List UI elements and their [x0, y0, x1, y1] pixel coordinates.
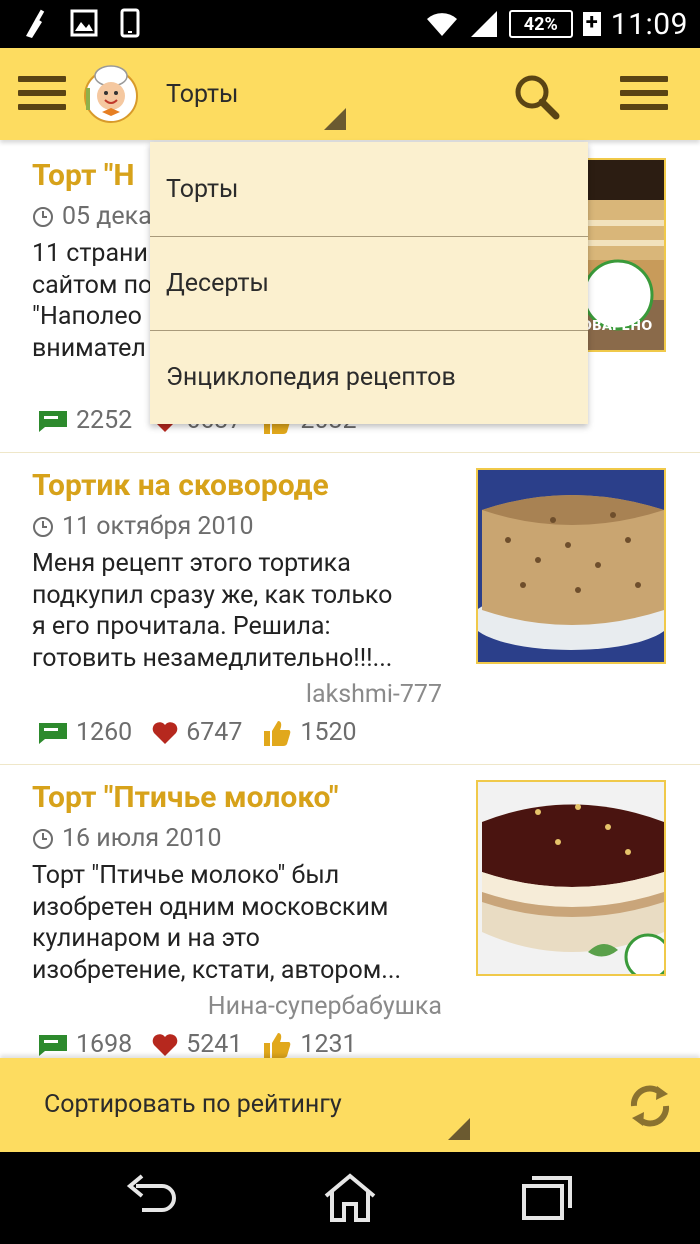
recipe-author[interactable]: lakshmi-777 — [306, 680, 442, 709]
recipe-title[interactable]: Торт "Н — [32, 158, 135, 193]
category-dropdown: Торты Десерты Энциклопедия рецептов — [150, 142, 588, 424]
excerpt-line: изобретение, кстати, автором... — [32, 955, 402, 985]
recipe-date: 05 дека — [32, 202, 152, 231]
likes-count: 6747 — [186, 718, 243, 747]
recipe-date-text: 11 октября 2010 — [62, 512, 254, 541]
search-icon[interactable] — [512, 72, 560, 120]
recipe-thumbnail[interactable] — [476, 468, 666, 664]
recipe-title[interactable]: Тортик на сковороде — [32, 468, 329, 503]
image-watermark: ПОВАР — [628, 956, 664, 967]
nav-drawer-button[interactable] — [18, 76, 66, 112]
heart-icon — [152, 1033, 178, 1056]
comment-icon — [39, 410, 67, 432]
sort-spinner[interactable]: Сортировать по рейтингу — [44, 1090, 342, 1119]
signal-icon — [470, 11, 497, 37]
recipe-stats: 1260 6747 1520 — [38, 718, 377, 747]
home-icon[interactable] — [320, 1172, 380, 1224]
recipe-date: 11 октября 2010 — [32, 512, 254, 541]
wifi-icon — [426, 13, 457, 36]
comments-stat: 2252 — [38, 406, 132, 435]
recipe-stats: 1698 5241 1231 — [38, 1030, 377, 1059]
bird-milk-cake-image: ПОВАР — [478, 782, 664, 974]
excerpt-line: Меня рецепт этого тортика — [32, 549, 351, 578]
dropdown-item-encyclopedia[interactable]: Энциклопедия рецептов — [150, 330, 588, 424]
overflow-menu-button[interactable] — [620, 76, 668, 112]
phone-icon — [120, 8, 140, 38]
comments-count: 2252 — [76, 406, 133, 435]
recipe-card[interactable]: Торт "Птичье молоко" 16 июля 2010 Торт "… — [0, 764, 700, 1060]
excerpt-line: кулинаром и на это — [32, 924, 260, 953]
battery-icon: 42% — [508, 10, 573, 38]
recipe-title[interactable]: Торт "Птичье молоко" — [32, 780, 339, 815]
skillet-cake-image — [478, 470, 664, 662]
clock-icon — [33, 516, 53, 537]
likes-stat[interactable]: 6747 — [152, 718, 242, 747]
likes-count: 5241 — [186, 1030, 243, 1059]
thumbs-count: 1520 — [300, 718, 357, 747]
cleaner-icon — [26, 9, 45, 38]
thumbs-stat[interactable]: 1520 — [262, 718, 357, 747]
thumbs-up-icon — [264, 1032, 291, 1058]
app-toolbar: Торты — [0, 48, 700, 140]
clock-icon — [33, 206, 53, 227]
charging-indicator: + — [582, 12, 601, 36]
thumbs-up-icon — [264, 720, 291, 746]
recipe-date-text: 05 дека — [62, 202, 152, 231]
comments-count: 1698 — [76, 1030, 133, 1059]
recents-icon[interactable] — [516, 1172, 576, 1224]
status-bar: 42% + 11:09 — [0, 0, 700, 48]
excerpt-line: Торт "Птичье молоко" был — [32, 861, 340, 890]
recipe-card[interactable]: Тортик на сковороде 11 октября 2010 Меня… — [0, 452, 700, 765]
recipe-date-text: 16 июля 2010 — [62, 824, 222, 853]
spinner-caret-icon[interactable] — [324, 108, 346, 130]
back-icon[interactable] — [122, 1172, 182, 1224]
clock-icon — [33, 828, 53, 849]
sort-bar: Сортировать по рейтингу — [0, 1058, 700, 1152]
system-nav-bar — [0, 1152, 700, 1244]
likes-stat[interactable]: 5241 — [152, 1030, 242, 1059]
comment-icon — [39, 1034, 67, 1056]
recipe-excerpt: Торт "Птичье молоко" был изобретен одним… — [32, 860, 432, 986]
excerpt-line: я его прочитала. Решила: — [32, 612, 331, 641]
comment-icon — [39, 722, 67, 744]
comments-stat: 1698 — [38, 1030, 132, 1059]
excerpt-line: подкупил сразу же, как только — [32, 580, 393, 610]
category-spinner-title[interactable]: Торты — [166, 80, 238, 109]
dropdown-item-cakes[interactable]: Торты — [150, 142, 588, 236]
dropdown-item-desserts[interactable]: Десерты — [150, 236, 588, 330]
excerpt-line: изобретен одним московским — [32, 892, 389, 922]
excerpt-line: готовить незамедлительно!!!... — [32, 643, 393, 673]
gallery-icon — [70, 9, 98, 37]
thumbs-count: 1231 — [300, 1030, 357, 1059]
refresh-icon[interactable] — [624, 1080, 676, 1132]
recipe-date: 16 июля 2010 — [32, 824, 222, 853]
heart-icon — [152, 721, 178, 744]
recipe-thumbnail[interactable]: ПОВАР — [476, 780, 666, 976]
recipe-excerpt: Меня рецепт этого тортика подкупил сразу… — [32, 548, 432, 674]
status-time: 11:09 — [610, 6, 688, 42]
comments-count: 1260 — [76, 718, 133, 747]
battery-percent: 42% — [523, 13, 558, 35]
chef-logo-icon[interactable] — [80, 62, 142, 124]
sort-caret-icon[interactable] — [448, 1118, 470, 1140]
recipe-author[interactable]: Нина-супербабушка — [208, 992, 442, 1021]
thumbs-stat[interactable]: 1231 — [262, 1030, 357, 1059]
comments-stat: 1260 — [38, 718, 132, 747]
